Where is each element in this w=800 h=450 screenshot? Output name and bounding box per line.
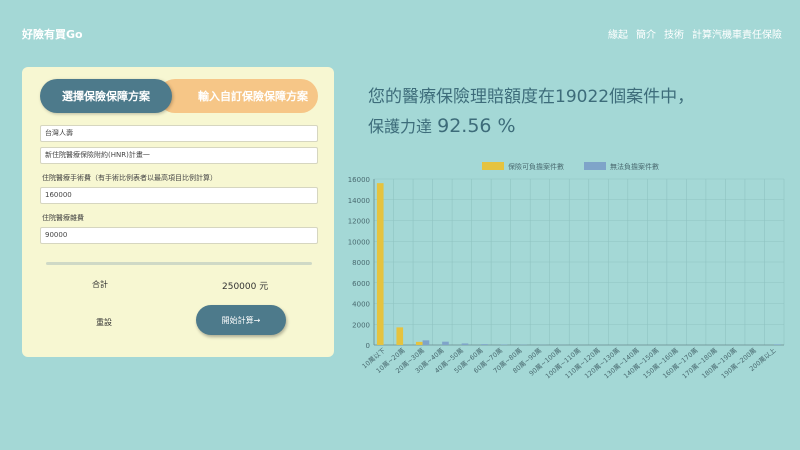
top-nav: 緣起 簡介 技術 計算汽機車責任保險 xyxy=(608,26,782,41)
surgery-fee-label: 住院醫療手術費（有手術比例表者以最高項目比例計算） xyxy=(42,174,217,182)
bar-unaffordable xyxy=(422,340,430,345)
bar-affordable xyxy=(415,341,423,345)
insurance-form-panel: 輸入自訂保險保障方案 選擇保險保障方案 台灣人壽 新住院醫療保險附約(HNR)計… xyxy=(22,67,334,357)
nav-item-origin[interactable]: 緣起 xyxy=(608,26,628,41)
y-tick-label: 14000 xyxy=(348,197,370,205)
tab-select-plan[interactable]: 選擇保險保障方案 xyxy=(40,79,172,113)
y-tick-label: 8000 xyxy=(352,259,370,267)
y-tick-label: 6000 xyxy=(352,280,370,288)
legend-label-affordable: 保險可負擔案件數 xyxy=(508,162,564,171)
reset-button[interactable]: 重設 xyxy=(96,317,112,328)
y-tick-label: 16000 xyxy=(348,176,370,184)
y-tick-label: 12000 xyxy=(348,218,370,226)
legend-swatch-unaffordable xyxy=(584,162,606,170)
bar-affordable xyxy=(376,183,384,345)
protection-rate: 保護力達 92.56 % xyxy=(368,113,516,137)
nav-item-vehicle-insurance[interactable]: 計算汽機車責任保險 xyxy=(692,26,782,41)
y-tick-label: 0 xyxy=(366,342,370,350)
tab-custom-plan[interactable]: 輸入自訂保險保障方案 xyxy=(158,79,318,113)
plan-select[interactable]: 新住院醫療保險附約(HNR)計畫一 xyxy=(40,147,318,164)
surgery-fee-input[interactable]: 160000 xyxy=(40,187,318,204)
protection-rate-value: 92.56 % xyxy=(437,115,516,137)
company-select[interactable]: 台灣人壽 xyxy=(40,125,318,142)
divider xyxy=(46,262,312,265)
claims-bar-chart: 020004000600080001000012000140001600010萬… xyxy=(348,162,785,380)
legend-label-unaffordable: 無法負擔案件數 xyxy=(610,162,659,171)
total-value: 250000 元 xyxy=(222,282,269,292)
total-label: 合計 xyxy=(92,280,108,289)
legend-swatch-affordable xyxy=(482,162,504,170)
medical-fee-label: 住院醫療雜費 xyxy=(42,214,84,222)
bar-unaffordable xyxy=(774,344,781,345)
nav-item-intro[interactable]: 簡介 xyxy=(636,26,656,41)
result-headline: 您的醫療保險理賠額度在19022個案件中， xyxy=(368,87,695,107)
y-tick-label: 4000 xyxy=(352,301,370,309)
protection-rate-label: 保護力達 xyxy=(368,117,433,136)
y-tick-label: 2000 xyxy=(352,321,370,329)
bar-unaffordable xyxy=(442,341,449,345)
plan-tabs: 輸入自訂保險保障方案 選擇保險保障方案 xyxy=(40,79,318,113)
bar-unaffordable xyxy=(461,343,469,345)
nav-item-tech[interactable]: 技術 xyxy=(664,26,684,41)
bar-affordable xyxy=(396,327,404,345)
medical-fee-input[interactable]: 90000 xyxy=(40,227,318,244)
brand-logo[interactable]: 好險有買Go xyxy=(22,26,83,42)
calculate-button[interactable]: 開始計算→ xyxy=(196,305,286,335)
bar-unaffordable xyxy=(481,344,488,345)
y-tick-label: 10000 xyxy=(348,238,370,246)
